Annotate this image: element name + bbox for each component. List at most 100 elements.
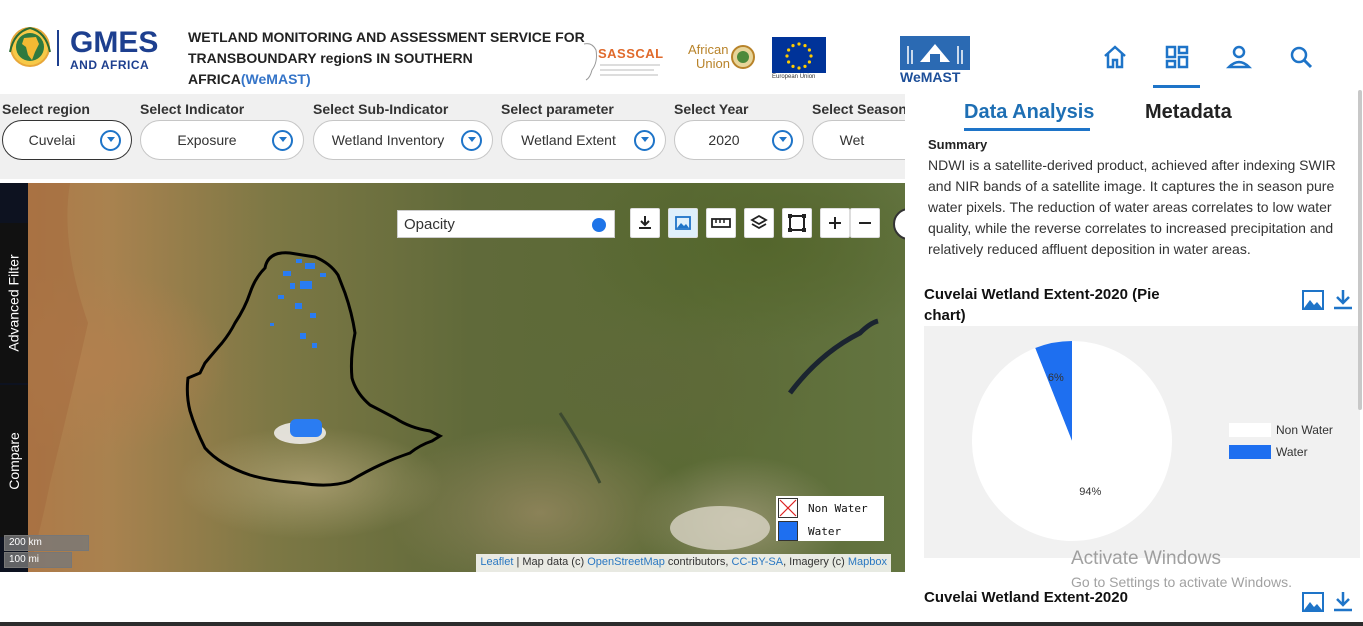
eu-flag-icon [772,37,826,73]
filter-parameter-label: Select parameter [501,101,614,117]
legend-swatch-water [778,521,798,541]
layers-button[interactable] [744,208,774,238]
au-emblem-icon [731,45,755,69]
search-icon[interactable] [1284,40,1318,74]
ruler-icon [711,218,731,228]
chevron-down-icon [100,130,121,151]
compare-tab[interactable]: Compare [0,385,28,537]
region-select-value: Cuvelai [28,132,76,148]
pie-chart: 6% 94% Non Water Water [972,341,1333,541]
active-nav-indicator [1153,85,1200,88]
summary-text: NDWI is a satellite-derived product, ach… [928,157,1336,257]
activation-watermark-subtitle: Go to Settings to activate Windows. [1071,574,1292,590]
legend-swatch-non-water [778,498,798,518]
map-overlay [28,183,879,572]
site-title: WETLAND MONITORING AND ASSESSMENT SERVIC… [188,27,588,90]
wemast-emblem-icon [900,36,970,70]
filter-season-label: Select Season [812,101,905,117]
download-icon [639,216,651,229]
advanced-filter-tab-label: Advanced Filter [6,254,22,352]
season-select[interactable]: Wet [812,120,905,160]
year-select-value: 2020 [708,132,740,148]
pie-legend-label-water: Water [1276,445,1308,459]
chart2-image-button[interactable] [1300,589,1326,615]
filter-year-label: Select Year [674,101,749,117]
opacity-label: Opacity [404,216,455,233]
site-title-acronym: (WeMAST) [240,71,311,87]
attribution-text-2: contributors, [664,556,732,568]
extent-chart-title: Cuvelai Wetland Extent-2020 [924,589,1128,606]
sasscal-label: SASSCAL [598,46,664,61]
african-union-logo[interactable]: African Union [686,40,760,74]
panel-scrollbar[interactable] [1358,90,1362,410]
year-select[interactable]: 2020 [674,120,804,160]
measure-button[interactable] [706,208,736,238]
attribution-text-3: , Imagery (c) [783,556,848,568]
pie-legend-swatch-non-water[interactable] [1229,423,1271,437]
analysis-panel: Data Analysis Metadata Summary NDWI is a… [905,94,1363,626]
dashboard-icon[interactable] [1160,40,1194,74]
image-map-button[interactable] [668,208,698,238]
zoom-out-button[interactable] [850,208,880,238]
region-select[interactable]: Cuvelai [2,120,132,160]
indicator-select-value: Exposure [177,132,237,148]
leaflet-link[interactable]: Leaflet [480,556,513,568]
panel-toggle-button[interactable] [893,208,905,240]
gmes-logo-title: GMES [70,26,159,59]
pie-label-non-water: 94% [1079,486,1101,498]
pie-legend-label-non-water: Non Water [1276,423,1333,437]
parameter-select[interactable]: Wetland Extent [501,120,666,160]
scale-bar-mi: 100 mi [4,552,72,568]
opacity-slider-handle[interactable] [592,218,606,232]
wemast-logo[interactable]: WeMAST [900,36,970,85]
download-map-button[interactable] [630,208,660,238]
chart-download-button[interactable] [1330,287,1356,313]
filter-indicator-label: Select Indicator [140,101,245,117]
map-view[interactable]: Advanced Filter Compare Opacity Non Wate… [0,183,905,572]
home-icon[interactable] [1098,40,1132,74]
header: GMES AND AFRICA WETLAND MONITORING AND A… [0,0,1363,94]
download-icon [1334,592,1352,612]
openstreetmap-link[interactable]: OpenStreetMap [587,556,665,568]
chevron-right-icon [895,210,905,238]
scale-bar-km: 200 km [4,535,89,551]
european-union-logo[interactable]: European Union [772,37,826,83]
au-label-line2: Union [696,56,730,71]
pie-legend-swatch-water[interactable] [1229,445,1271,459]
chevron-down-icon [634,130,655,151]
square-select-button[interactable] [782,208,812,238]
compare-tab-label: Compare [6,432,22,490]
attribution-text-1: | Map data (c) [513,556,588,568]
season-select-value: Wet [839,132,865,148]
pie-label-water: 6% [1048,372,1064,384]
map-attribution: Leaflet | Map data (c) OpenStreetMap con… [476,554,891,572]
summary-heading: Summary [928,137,988,152]
chevron-down-icon [272,130,293,151]
sub-indicator-select[interactable]: Wetland Inventory [313,120,493,160]
map-legend: Non Water Water [776,496,884,541]
sub-indicator-select-value: Wetland Inventory [331,132,445,148]
download-icon [1334,290,1352,310]
wemast-label: WeMAST [900,69,961,85]
layers-icon [750,214,768,230]
filter-sub-indicator-label: Select Sub-Indicator [313,101,449,117]
user-icon[interactable] [1222,40,1256,74]
chart-image-button[interactable] [1300,287,1326,313]
tab-data-analysis[interactable]: Data Analysis [964,101,1094,124]
chart2-download-button[interactable] [1330,589,1356,615]
pie-slice-non-water[interactable] [972,341,1172,541]
chevron-down-icon [772,130,793,151]
image-icon [1302,290,1324,310]
tab-metadata[interactable]: Metadata [1145,101,1232,124]
mapbox-link[interactable]: Mapbox [848,556,887,568]
zoom-in-button[interactable] [820,208,850,238]
au-label-line1: African [688,42,729,57]
license-link[interactable]: CC-BY-SA [732,556,784,568]
gmes-logo[interactable]: GMES AND AFRICA [6,22,159,74]
opacity-slider[interactable]: Opacity [397,210,615,238]
advanced-filter-tab[interactable]: Advanced Filter [0,223,28,383]
pie-chart-title: Cuvelai Wetland Extent-2020 (Pie chart) [924,286,1160,324]
zoom-out-icon [859,222,871,224]
indicator-select[interactable]: Exposure [140,120,304,160]
sasscal-logo[interactable]: SASSCAL [582,40,668,82]
